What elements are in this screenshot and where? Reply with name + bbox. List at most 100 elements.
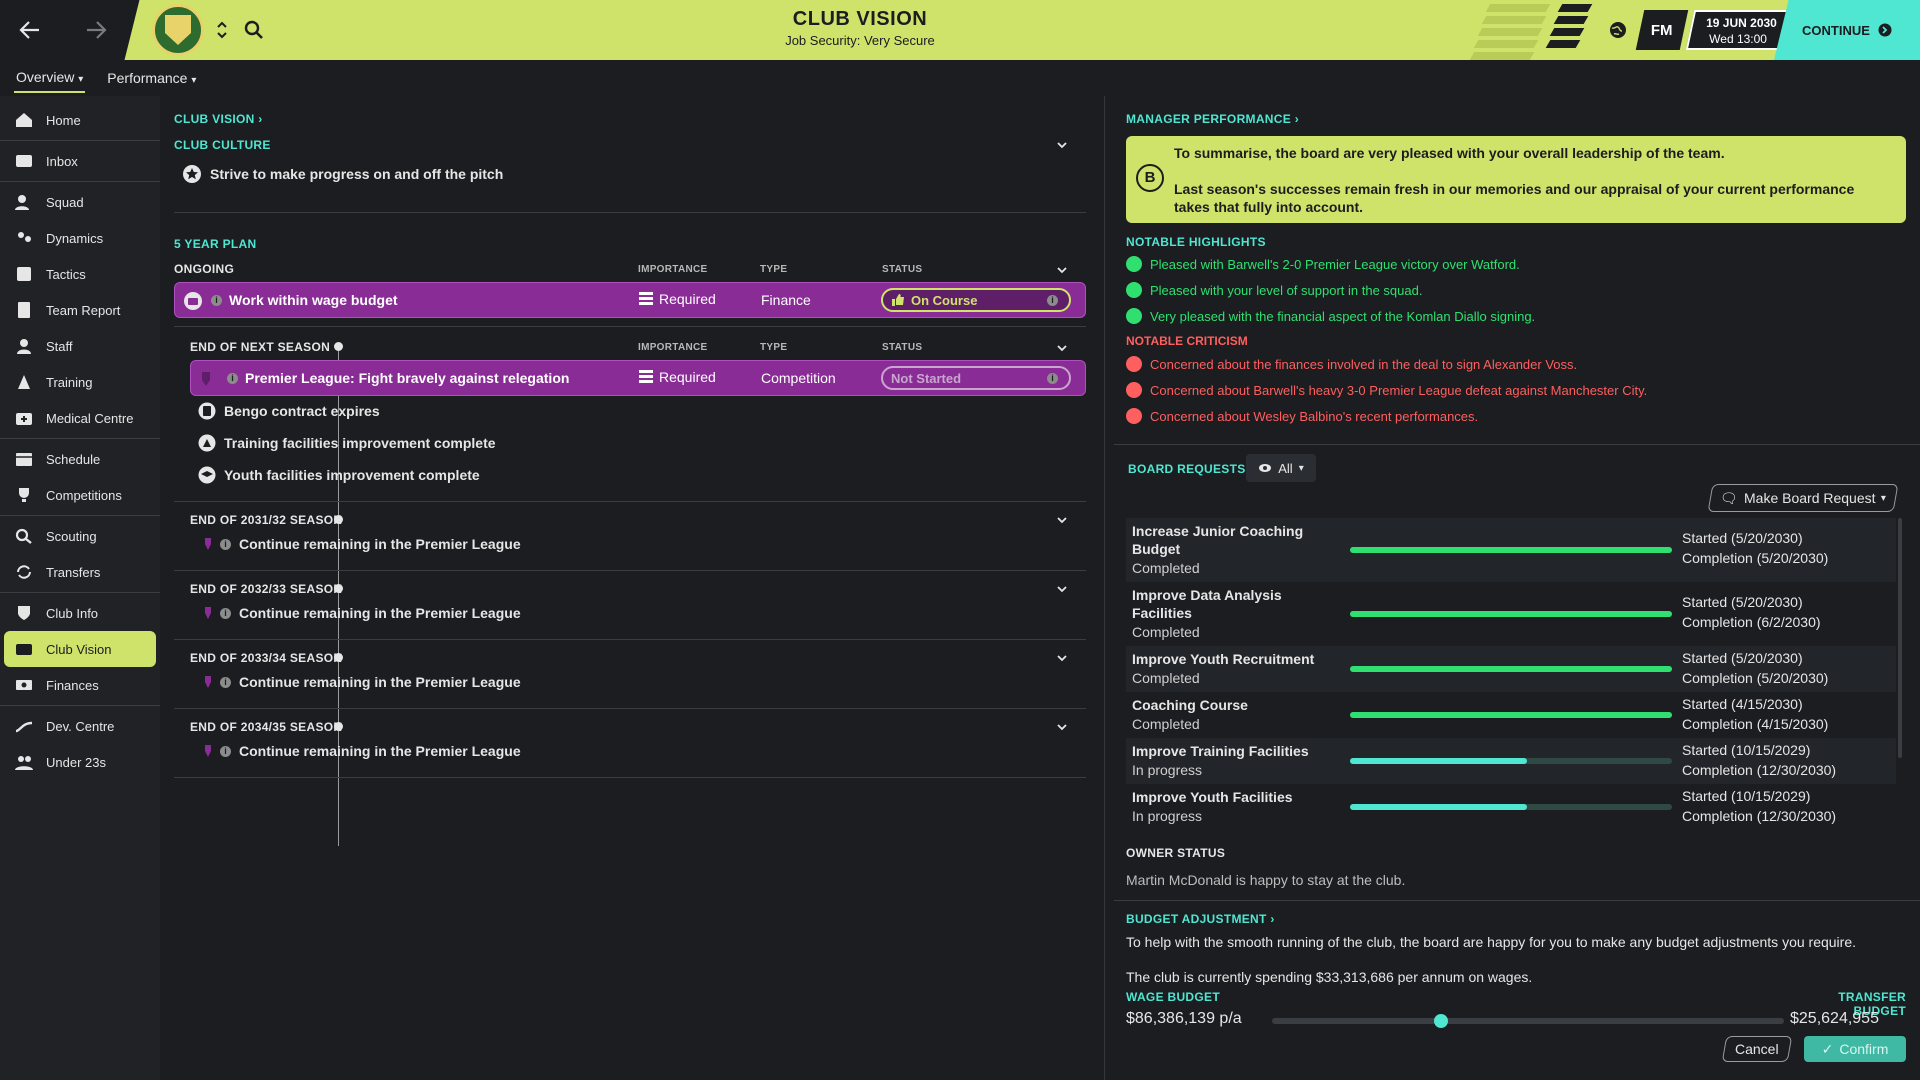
- sidebar-item-club-vision[interactable]: Club Vision: [4, 631, 156, 667]
- info-icon[interactable]: i: [220, 745, 231, 757]
- club-vision-link[interactable]: CLUB VISION ›: [174, 112, 263, 126]
- sidebar-item-under-23s[interactable]: Under 23s: [4, 744, 156, 780]
- forward-button[interactable]: [80, 14, 112, 46]
- info-icon[interactable]: i: [227, 373, 238, 384]
- manager-performance-link[interactable]: MANAGER PERFORMANCE ›: [1126, 112, 1299, 126]
- goal-row-wage-budget[interactable]: i Work within wage budget Required Finan…: [174, 282, 1086, 318]
- request-name: Increase Junior Coaching Budget: [1132, 523, 1304, 557]
- continue-button[interactable]: CONTINUE: [1774, 0, 1920, 60]
- highlight-item: Very pleased with the financial aspect o…: [1126, 308, 1535, 324]
- status-on-course: On Course: [881, 288, 1071, 312]
- sidebar-item-dev-centre[interactable]: Dev. Centre: [4, 708, 156, 744]
- sidebar-item-squad[interactable]: Squad: [4, 184, 156, 220]
- trophy-icon: [14, 487, 34, 503]
- task-item: Youth facilities improvement complete: [198, 466, 480, 484]
- sidebar-item-transfers[interactable]: Transfers: [4, 554, 156, 590]
- confirm-label: Confirm: [1839, 1041, 1889, 1057]
- goal-row[interactable]: i Continue remaining in the Premier Leag…: [204, 536, 521, 552]
- request-name: Improve Youth Facilities: [1132, 789, 1293, 805]
- ongoing-heading: ONGOING: [174, 262, 235, 276]
- job-security-label: Job Security: Very Secure: [785, 33, 935, 48]
- sidebar-item-schedule[interactable]: Schedule: [4, 441, 156, 477]
- request-filter-dropdown[interactable]: All ▾: [1246, 454, 1316, 482]
- highlights-heading: NOTABLE HIGHLIGHTS: [1126, 235, 1266, 249]
- sidebar-item-club-info[interactable]: Club Info: [4, 595, 156, 631]
- board-request-row[interactable]: Increase Junior Coaching Budget Complete…: [1126, 518, 1896, 582]
- board-request-row[interactable]: Improve Training Facilities In progress …: [1126, 738, 1896, 784]
- sidebar-item-home[interactable]: Home: [4, 102, 156, 138]
- info-icon[interactable]: i: [220, 607, 231, 619]
- sidebar-item-inbox[interactable]: Inbox: [4, 143, 156, 179]
- chevron-down-icon[interactable]: [1056, 514, 1068, 526]
- goal-row-relegation[interactable]: i Premier League: Fight bravely against …: [190, 360, 1086, 396]
- board-request-row[interactable]: Improve Youth Facilities In progress Sta…: [1126, 784, 1896, 830]
- info-icon[interactable]: i: [220, 676, 231, 688]
- budget-slider-handle[interactable]: [1433, 1014, 1448, 1028]
- sidebar-item-label: Squad: [46, 194, 84, 210]
- sidebar-item-competitions[interactable]: Competitions: [4, 477, 156, 513]
- back-button[interactable]: [14, 14, 46, 46]
- request-name: Improve Data Analysis Facilities: [1132, 587, 1282, 621]
- column-status: STATUS: [882, 342, 923, 353]
- sidebar-item-training[interactable]: Training: [4, 364, 156, 400]
- chevron-down-icon[interactable]: [1056, 139, 1068, 151]
- info-icon[interactable]: i: [1047, 373, 1058, 384]
- request-progress-bar: [1350, 666, 1672, 672]
- info-icon[interactable]: i: [1047, 295, 1058, 306]
- chevron-down-icon[interactable]: [1056, 264, 1068, 276]
- goal-row[interactable]: i Continue remaining in the Premier Leag…: [204, 674, 521, 690]
- divider: [174, 212, 1086, 213]
- cancel-button[interactable]: Cancel: [1721, 1036, 1793, 1062]
- sidebar-item-team-report[interactable]: Team Report: [4, 292, 156, 328]
- sidebar-item-label: Club Vision: [46, 641, 112, 657]
- budget-adjustment-link[interactable]: BUDGET ADJUSTMENT ›: [1126, 912, 1275, 926]
- arrow-right-icon: [87, 21, 107, 39]
- divider: [174, 708, 1086, 709]
- confirm-button[interactable]: ✓ Confirm: [1804, 1036, 1906, 1062]
- goal-row[interactable]: i Continue remaining in the Premier Leag…: [204, 605, 521, 621]
- club-crest[interactable]: [152, 4, 204, 56]
- chevron-down-icon[interactable]: [1056, 652, 1068, 664]
- fm-logo[interactable]: FM: [1635, 10, 1689, 50]
- sidebar-item-staff[interactable]: Staff: [4, 328, 156, 364]
- season-heading: END OF 2032/33 SEASON: [190, 582, 343, 596]
- sidebar-item-scouting[interactable]: Scouting: [4, 518, 156, 554]
- make-board-request-label: Make Board Request: [1743, 490, 1876, 506]
- performance-grade: B: [1136, 164, 1164, 192]
- check-icon: ✓: [1821, 1040, 1834, 1057]
- info-icon[interactable]: i: [220, 538, 231, 550]
- chevron-down-icon[interactable]: [1056, 342, 1068, 354]
- tab-performance[interactable]: Performance ▾: [105, 64, 198, 92]
- search-button[interactable]: [238, 14, 270, 46]
- board-request-row[interactable]: Improve Data Analysis Facilities Complet…: [1126, 582, 1896, 646]
- sidebar-item-finances[interactable]: Finances: [4, 667, 156, 703]
- sidebar-item-medical-centre[interactable]: Medical Centre: [4, 400, 156, 436]
- info-icon[interactable]: i: [211, 295, 222, 306]
- sidebar-item-dynamics[interactable]: Dynamics: [4, 220, 156, 256]
- tab-overview[interactable]: Overview ▾: [14, 63, 86, 93]
- request-state: Completed: [1132, 624, 1200, 640]
- sidebar-divider: [0, 438, 160, 439]
- season-heading: END OF 2031/32 SEASON: [190, 513, 343, 527]
- board-request-row[interactable]: Improve Youth Recruitment Completed Star…: [1126, 646, 1896, 692]
- chevron-down-icon[interactable]: [1056, 583, 1068, 595]
- current-time: Wed 13:00: [1709, 32, 1767, 46]
- world-button[interactable]: [1602, 14, 1634, 46]
- club-switch-button[interactable]: [212, 14, 232, 46]
- decor-stripe: [1485, 4, 1551, 12]
- divider: [174, 501, 1086, 502]
- sidebar-item-tactics[interactable]: Tactics: [4, 256, 156, 292]
- search-icon: [14, 528, 34, 544]
- importance-bars-icon: [639, 370, 653, 383]
- sidebar-divider: [0, 181, 160, 182]
- chevron-down-icon[interactable]: [1056, 721, 1068, 733]
- board-request-row[interactable]: Coaching Course Completed Started (4/15/…: [1126, 692, 1896, 738]
- requests-scrollbar[interactable]: [1898, 518, 1902, 758]
- budget-slider[interactable]: [1272, 1014, 1784, 1028]
- sidebar-item-label: Dev. Centre: [46, 718, 115, 734]
- shield-icon: [14, 605, 34, 621]
- request-state: In progress: [1132, 808, 1203, 824]
- goal-row[interactable]: i Continue remaining in the Premier Leag…: [204, 743, 521, 759]
- make-board-request-button[interactable]: 🗨 Make Board Request ▾: [1707, 484, 1899, 512]
- divider: [174, 777, 1086, 778]
